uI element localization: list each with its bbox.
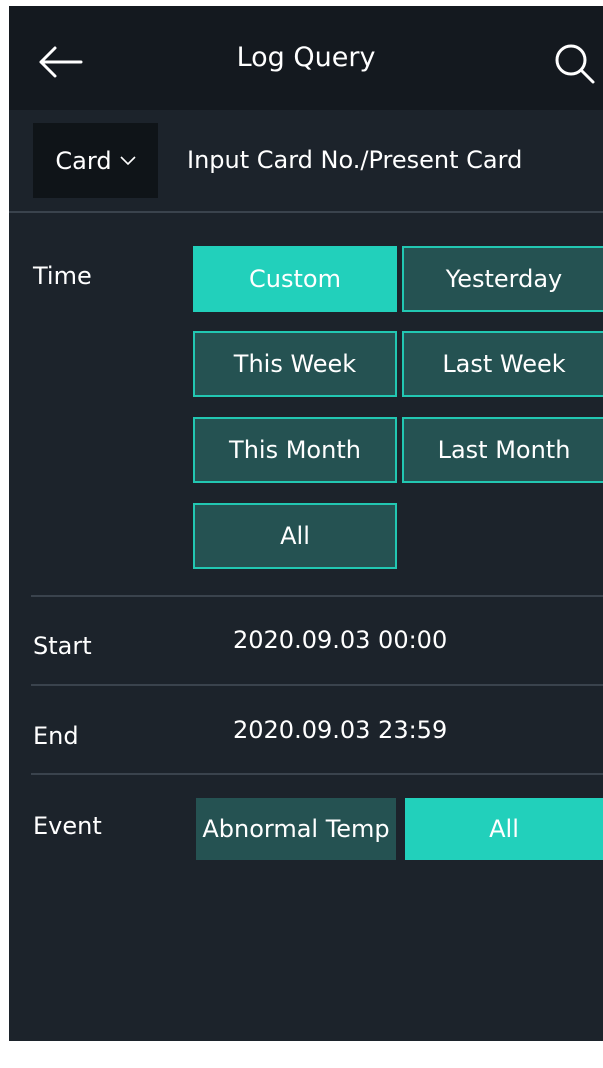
time-option-this-week[interactable]: This Week	[193, 331, 397, 397]
time-label: Time	[33, 262, 92, 290]
card-type-dropdown[interactable]: Card	[33, 123, 158, 198]
card-number-input[interactable]: Input Card No./Present Card	[187, 140, 597, 180]
page-title: Log Query	[236, 42, 376, 73]
end-label: End	[33, 722, 79, 750]
card-type-label: Card	[55, 146, 112, 175]
divider	[9, 211, 603, 213]
time-option-custom[interactable]: Custom	[193, 246, 397, 312]
header-bar: Log Query	[9, 6, 603, 110]
chevron-down-icon	[120, 155, 136, 165]
divider	[31, 684, 603, 686]
search-icon	[555, 44, 595, 84]
time-option-yesterday[interactable]: Yesterday	[402, 246, 603, 312]
start-label: Start	[33, 632, 92, 660]
event-option-abnormal-temp[interactable]: Abnormal Temp	[196, 798, 396, 860]
end-time-value[interactable]: 2020.09.03 23:59	[233, 716, 447, 744]
time-option-last-week[interactable]: Last Week	[402, 331, 603, 397]
divider	[31, 773, 603, 775]
event-label: Event	[33, 812, 102, 840]
divider	[31, 595, 603, 597]
search-button[interactable]	[551, 40, 603, 86]
event-option-all[interactable]: All	[405, 798, 603, 860]
log-query-screen: Log Query Card Input Card No./Present Ca…	[9, 6, 603, 1041]
time-option-all[interactable]: All	[193, 503, 397, 569]
time-option-this-month[interactable]: This Month	[193, 417, 397, 483]
start-time-value[interactable]: 2020.09.03 00:00	[233, 626, 447, 654]
time-option-last-month[interactable]: Last Month	[402, 417, 603, 483]
